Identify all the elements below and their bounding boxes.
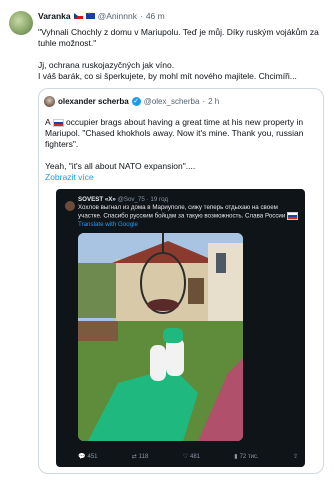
tweet-text-line-2: tuhle možnost.": [38, 38, 97, 48]
embedded-timestamp: 19 год: [150, 196, 169, 203]
verified-icon: ✓: [131, 97, 141, 106]
separator: ·: [202, 97, 206, 106]
quote-lead-word: A: [45, 117, 51, 127]
quoted-tweet[interactable]: olexander scherba ✓ @olex_scherba · 2 h …: [38, 88, 324, 474]
embedded-author-handle: @Sov_75: [117, 196, 145, 203]
show-more-link[interactable]: Zobrazit více: [45, 172, 94, 182]
quote-text-line-2: Mariupol. "Chased khokhols away. Now it'…: [45, 128, 304, 138]
russian-flag-icon: [287, 212, 299, 220]
quote-text-line-1: A occupier brags about having a great ti…: [45, 117, 315, 128]
timestamp[interactable]: 46 m: [146, 11, 165, 21]
tweet-text-line-3: Jj, ochrana ruskojazyčných jak víno.: [38, 60, 175, 70]
tweet-text-line-1: "Vyhnali Chochly z domu v Mariupolu. Teď…: [38, 27, 319, 37]
translate-link: Translate with Google: [78, 221, 138, 228]
avatar[interactable]: [9, 11, 33, 35]
like-action: ♡ 481: [182, 453, 201, 461]
garden-photo-illustration: [78, 233, 243, 441]
embedded-actions: 💬 451 ⇄ 118 ♡ 481 ▮ 72 тис. ⇪: [78, 453, 298, 461]
author-handle[interactable]: @Aninnnk: [98, 11, 137, 21]
embedded-text: Хохлов выгнал из дома в Мариуполе, сижу …: [78, 204, 300, 221]
quote-author-name[interactable]: olexander scherba: [58, 97, 129, 106]
quote-avatar[interactable]: [44, 96, 55, 107]
tweet-header: Varanka @Aninnnk · 46 m: [38, 11, 165, 21]
embedded-author-name: SOVEST «X»: [78, 196, 116, 203]
embedded-header: SOVEST «X» @Sov_75 · 19 год: [78, 196, 168, 203]
separator: ·: [139, 11, 143, 21]
quote-text-line-4: Yeah, "it's all about NATO expansion"...…: [45, 161, 196, 171]
russian-flag-icon: [52, 118, 64, 127]
tweet-text-line-4: I váš barák, co si šperkujete, by mohl m…: [38, 71, 297, 81]
reply-action: 💬 451: [78, 453, 98, 461]
embedded-avatar: [65, 201, 75, 211]
author-name[interactable]: Varanka: [38, 11, 71, 21]
czech-flag-icon: [73, 13, 83, 19]
reply-icon: 💬: [78, 454, 86, 460]
like-icon: ♡: [182, 454, 188, 460]
quote-header: olexander scherba ✓ @olex_scherba · 2 h: [58, 97, 219, 106]
retweet-action: ⇄ 118: [131, 453, 149, 461]
garden-photo: [78, 233, 243, 441]
quote-timestamp[interactable]: 2 h: [208, 97, 219, 106]
tweet[interactable]: Varanka @Aninnnk · 46 m "Vyhnali Chochly…: [0, 0, 334, 480]
share-action: ⇪: [293, 453, 298, 460]
quote-line-1-rest: occupier brags about having a great time…: [65, 117, 304, 127]
embedded-screenshot[interactable]: SOVEST «X» @Sov_75 · 19 год Хохлов выгна…: [56, 189, 305, 467]
quote-text-line-3: fighters".: [45, 139, 79, 149]
quote-author-handle[interactable]: @olex_scherba: [144, 97, 200, 106]
views-action: ▮ 72 тис.: [234, 453, 259, 461]
views-icon: ▮: [234, 454, 238, 460]
retweet-icon: ⇄: [131, 454, 137, 460]
eu-flag-icon: [85, 12, 95, 19]
separator: ·: [146, 196, 149, 203]
share-icon: ⇪: [292, 454, 298, 460]
